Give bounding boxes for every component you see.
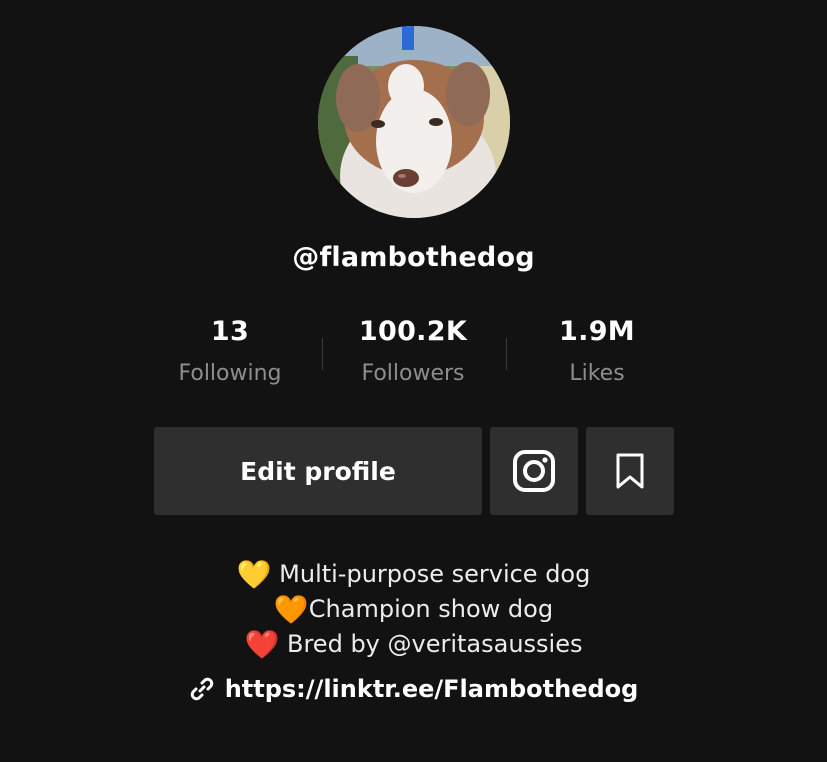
stat-followers[interactable]: 100.2K Followers	[318, 314, 508, 388]
instagram-icon	[513, 450, 555, 492]
bio-line-text: Multi-purpose service dog	[271, 560, 591, 588]
stat-following-value: 13	[210, 316, 250, 347]
profile-bio: 💛 Multi-purpose service dog 🧡Champion sh…	[0, 557, 827, 662]
bio-line: 🧡Champion show dog	[0, 592, 827, 627]
stat-following[interactable]: 13 Following	[135, 314, 325, 388]
bookmark-button[interactable]	[586, 427, 674, 515]
link-icon	[189, 676, 215, 702]
profile-link-url[interactable]: https://linktr.ee/Flambothedog	[225, 675, 639, 703]
profile-avatar[interactable]	[318, 26, 510, 218]
stat-followers-label: Followers	[361, 361, 465, 386]
profile-link[interactable]: https://linktr.ee/Flambothedog	[0, 675, 827, 703]
yellow-heart-icon: 💛	[236, 558, 272, 591]
stat-likes[interactable]: 1.9M Likes	[502, 314, 692, 388]
stat-following-label: Following	[178, 361, 282, 386]
stat-likes-label: Likes	[569, 361, 625, 386]
red-heart-icon: ❤️	[244, 628, 280, 661]
bio-line-text: Champion show dog	[308, 595, 554, 623]
edit-profile-label: Edit profile	[240, 456, 396, 486]
dog-avatar-icon	[318, 26, 510, 218]
bookmark-icon	[616, 453, 644, 489]
bio-line: ❤️ Bred by @veritasaussies	[0, 627, 827, 662]
bio-line-text: Bred by @veritasaussies	[279, 630, 583, 658]
orange-heart-icon: 🧡	[273, 593, 309, 626]
stat-followers-value: 100.2K	[358, 316, 468, 347]
instagram-button[interactable]	[490, 427, 578, 515]
stat-likes-value: 1.9M	[559, 316, 635, 347]
bio-line: 💛 Multi-purpose service dog	[0, 557, 827, 592]
edit-profile-button[interactable]: Edit profile	[154, 427, 482, 515]
profile-username: @flambothedog	[292, 242, 535, 273]
